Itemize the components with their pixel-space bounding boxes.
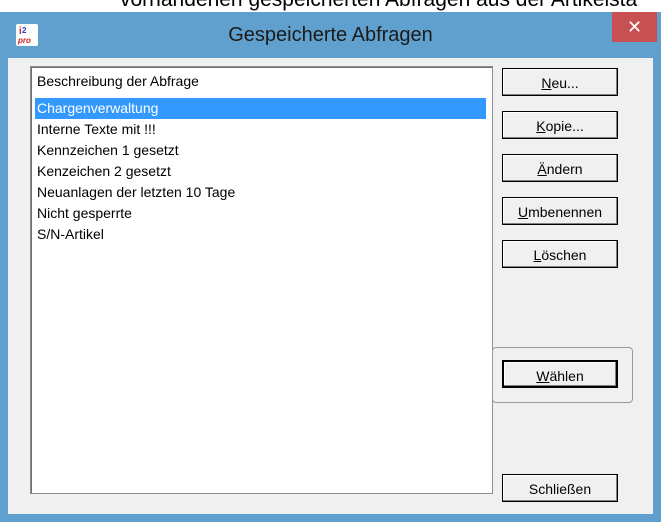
close-button[interactable]: ✕ [612,12,657,42]
list-item[interactable]: S/N-Artikel [35,224,486,245]
rename-button-mnemonic: U [517,204,529,220]
dialog-window: i 2 pro Gespeicherte Abfragen ✕ Beschrei… [0,12,661,522]
select-button-mnemonic: W [536,368,550,384]
list-item[interactable]: Nicht gesperrte [35,203,486,224]
rename-button-label: mbenennen [528,204,603,220]
list-item[interactable]: Neuanlagen der letzten 10 Tage [35,182,486,203]
delete-button-label: öschen [541,247,587,263]
background-text: vorhandenen gespeicherten Abfragen aus d… [120,0,637,12]
list-item[interactable]: Interne Texte mit !!! [35,119,486,140]
select-button[interactable]: Wählen [502,360,618,388]
list-item[interactable]: Chargenverwaltung [35,98,486,119]
new-button-mnemonic: N [541,75,552,91]
title-bar[interactable]: i 2 pro Gespeicherte Abfragen ✕ [0,12,661,58]
copy-button-label: opie... [545,118,584,134]
list-item[interactable]: Kenzeichen 2 gesetzt [35,161,486,182]
close-dialog-button-label: Schließen [528,481,592,497]
copy-button-mnemonic: K [536,118,546,134]
window-title: Gespeicherte Abfragen [228,24,433,46]
edit-button-label: ndern [546,161,583,177]
select-button-label: ählen [549,368,584,384]
edit-button-mnemonic: Ä [537,161,547,177]
new-button-label: eu... [551,75,579,91]
list-header: Beschreibung der Abfrage [37,73,199,89]
copy-button[interactable]: Kopie... [502,111,618,139]
rename-button[interactable]: Umbenennen [502,197,618,225]
close-dialog-button[interactable]: Schließen [502,474,618,502]
list-item[interactable]: Kennzeichen 1 gesetzt [35,140,486,161]
edit-button[interactable]: Ändern [502,154,618,182]
delete-button[interactable]: Löschen [502,240,618,268]
dialog-client: Beschreibung der Abfrage Chargenverwaltu… [8,58,653,514]
new-button[interactable]: Neu... [502,68,618,96]
close-icon: ✕ [626,17,643,37]
queries-listbox[interactable]: Beschreibung der Abfrage Chargenverwaltu… [30,66,493,494]
